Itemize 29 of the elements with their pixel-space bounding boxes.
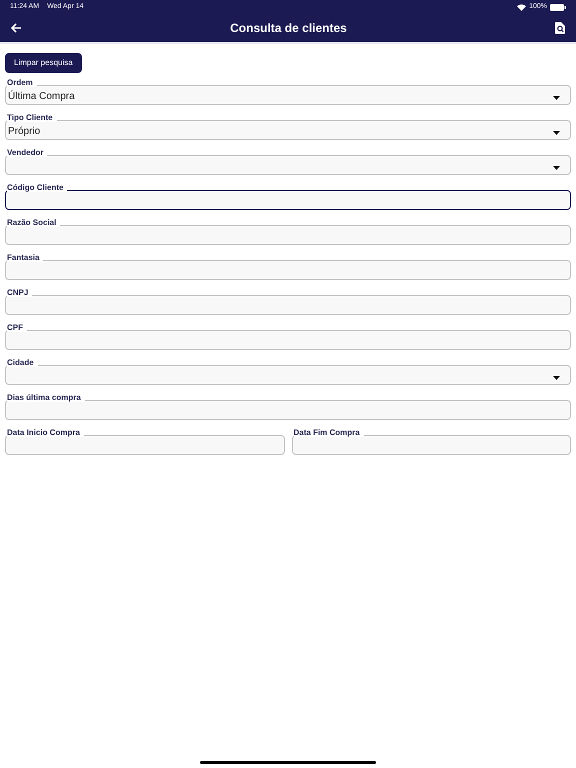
- field-value: Próprio: [8, 125, 40, 137]
- battery-icon: [550, 4, 566, 10]
- dropdown-caret-icon: [553, 130, 560, 134]
- field-label: Código Cliente: [7, 183, 68, 192]
- field-label: Razão Social: [7, 218, 60, 227]
- field-label: Fantasia: [7, 253, 44, 262]
- select-field[interactable]: [5, 365, 571, 385]
- field-label: Ordem: [7, 78, 37, 87]
- select-field[interactable]: Próprio: [5, 120, 571, 140]
- field-label: CPF: [7, 323, 27, 332]
- dropdown-caret-icon: [553, 96, 560, 100]
- field-label: Vendedor: [7, 148, 48, 157]
- field-label: Data Fim Compra: [294, 428, 364, 437]
- input-field[interactable]: [5, 190, 571, 210]
- field-label: Data Inicio Compra: [7, 428, 84, 437]
- document-search-icon[interactable]: [555, 22, 565, 34]
- field-label: Tipo Cliente: [7, 113, 57, 122]
- select-field[interactable]: Última Compra: [5, 85, 571, 105]
- select-field[interactable]: [5, 155, 571, 175]
- field-label: Cidade: [7, 358, 38, 367]
- wifi-icon: [517, 4, 526, 10]
- field-value: Última Compra: [8, 89, 75, 102]
- field-label: Dias última compra: [7, 393, 85, 402]
- clear-search-button[interactable]: Limpar pesquisa: [5, 53, 82, 73]
- dropdown-caret-icon: [553, 376, 560, 380]
- page-title: Consulta de clientes: [230, 20, 347, 37]
- back-arrow-icon[interactable]: [11, 23, 22, 33]
- dropdown-caret-icon: [553, 166, 560, 170]
- field-label: CNPJ: [7, 288, 32, 297]
